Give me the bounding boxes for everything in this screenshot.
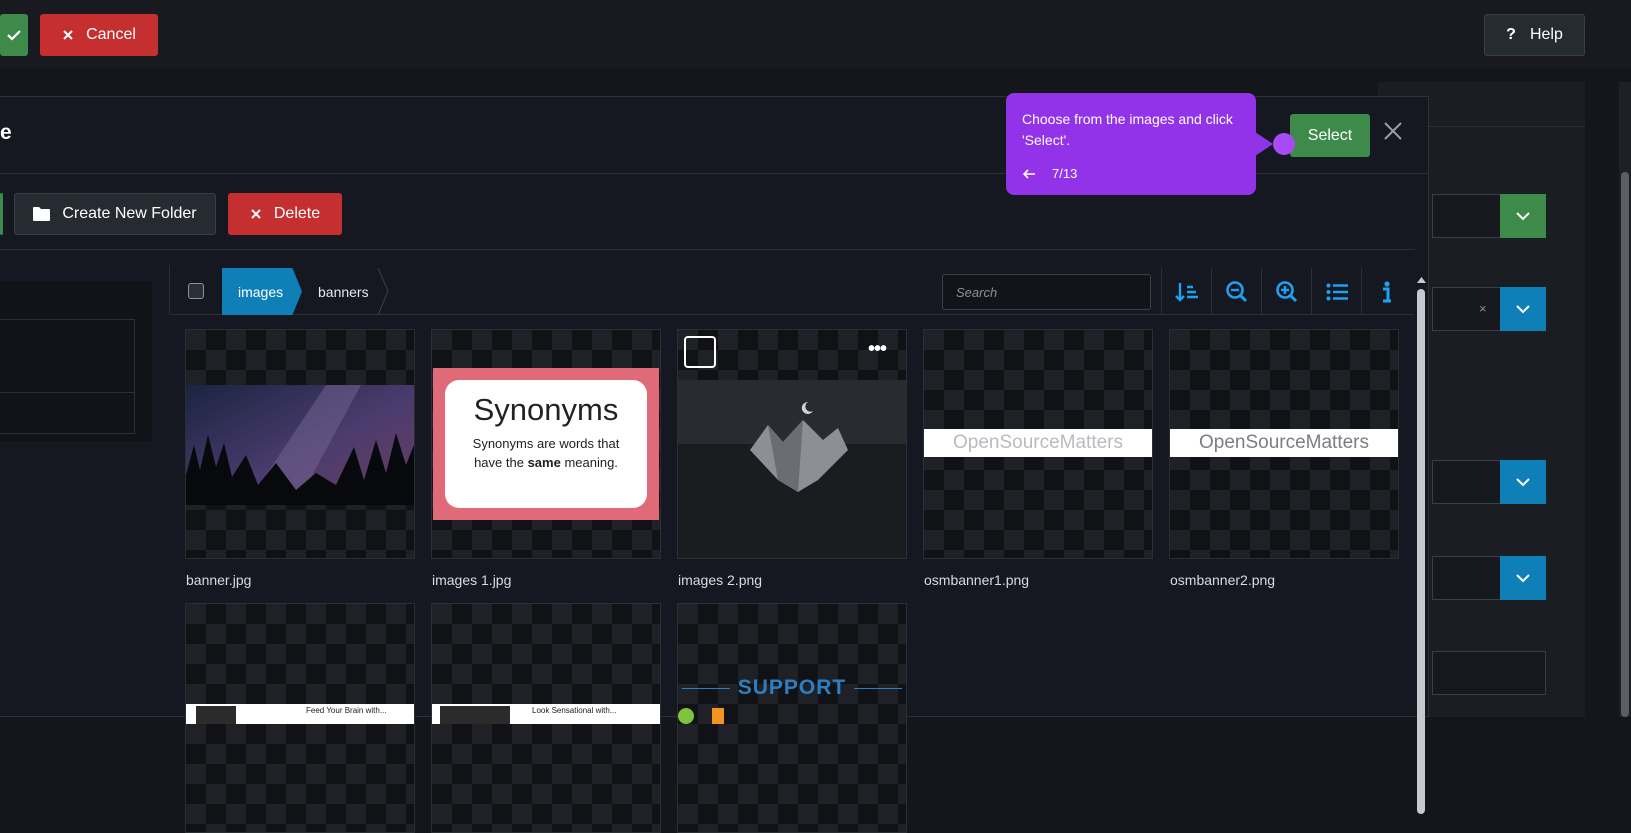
tooltip-text: Choose from the images and click 'Select… <box>1022 111 1233 148</box>
file-tile[interactable]: Look Sensational with... <box>431 603 661 833</box>
file-name: osmbanner2.png <box>1170 572 1276 588</box>
tooltip-tail <box>1255 132 1273 156</box>
close-icon <box>63 30 73 40</box>
file-name: banner.jpg <box>186 572 252 588</box>
tooltip-step: 7/13 <box>1052 166 1078 181</box>
delete-button[interactable]: Delete <box>228 193 342 235</box>
file-name: images 1.jpg <box>432 572 512 588</box>
delete-label: Delete <box>273 205 321 222</box>
file-name: images 2.png <box>678 572 763 588</box>
page-scrollbar[interactable] <box>1619 82 1631 717</box>
help-button[interactable]: ? Help <box>1484 14 1585 56</box>
chevron-down-icon[interactable] <box>1500 556 1546 600</box>
upload-button[interactable] <box>0 193 3 235</box>
file-tile-banner[interactable] <box>185 329 415 559</box>
chevron-down-icon[interactable] <box>1500 194 1546 238</box>
select-all-checkbox[interactable] <box>188 283 204 299</box>
cancel-button[interactable]: Cancel <box>40 14 158 56</box>
sort-icon[interactable] <box>1161 268 1211 315</box>
folder-tree <box>0 281 152 441</box>
synonyms-line1: Synonyms are words that <box>472 436 620 451</box>
synonyms-line2: have the same meaning. <box>474 455 618 470</box>
background-field-3[interactable] <box>1432 460 1502 504</box>
cancel-label: Cancel <box>86 26 136 43</box>
tooltip-navigation: 7/13 <box>1022 166 1077 181</box>
folder-tree-item[interactable] <box>0 392 135 434</box>
help-label: Help <box>1529 26 1563 43</box>
file-tile[interactable]: Feed Your Brain with... <box>185 603 415 833</box>
background-field-2[interactable]: × <box>1432 287 1502 331</box>
osm-logo-thumbnail: OpenSourceMatters <box>924 429 1152 457</box>
folder-tree-item[interactable] <box>0 319 135 393</box>
breadcrumb-separator <box>377 268 389 315</box>
check-icon <box>7 30 21 41</box>
search-input[interactable]: Search <box>942 274 1151 310</box>
tour-tooltip: Choose from the images and click 'Select… <box>1006 93 1256 195</box>
zoom-out-icon[interactable] <box>1211 268 1261 315</box>
clear-icon[interactable]: × <box>1479 301 1487 316</box>
file-tile[interactable]: SUPPORT <box>677 603 907 833</box>
create-folder-label: Create New Folder <box>62 205 197 222</box>
save-button[interactable] <box>0 14 28 56</box>
arrow-left-icon[interactable] <box>1022 168 1036 179</box>
info-icon[interactable] <box>1361 268 1411 315</box>
osm-logo-thumbnail: OpenSourceMatters <box>1170 429 1398 457</box>
background-field-1[interactable] <box>1432 194 1502 238</box>
close-icon <box>251 209 261 219</box>
list-view-icon[interactable] <box>1311 268 1361 315</box>
create-folder-button[interactable]: Create New Folder <box>14 193 216 235</box>
tour-hotspot-dot <box>1273 133 1295 155</box>
file-name: osmbanner1.png <box>924 572 1030 588</box>
scroll-up-icon[interactable] <box>1415 274 1428 286</box>
zoom-in-icon[interactable] <box>1261 268 1311 315</box>
folder-icon <box>33 207 51 221</box>
file-tile-images-1[interactable]: Synonyms Synonyms are words that have th… <box>431 329 661 559</box>
support-banner-thumbnail: SUPPORT <box>678 674 906 704</box>
modal-title: e <box>0 121 12 144</box>
background-field-5[interactable] <box>1432 651 1546 695</box>
tile-select-checkbox[interactable] <box>684 336 716 368</box>
synonyms-thumbnail: Synonyms Synonyms are words that have th… <box>433 368 659 520</box>
breadcrumb-images[interactable]: images <box>222 268 302 315</box>
file-tile-osmbanner1[interactable]: OpenSourceMatters <box>923 329 1153 559</box>
top-toolbar <box>0 0 1631 68</box>
close-icon[interactable] <box>1383 121 1403 141</box>
file-tile-images-2[interactable]: ••• <box>677 329 907 559</box>
modal-scrollbar[interactable] <box>1415 274 1428 814</box>
background-field-4[interactable] <box>1432 556 1502 600</box>
browser-toolbar: images banners Search <box>169 265 1414 315</box>
chevron-down-icon[interactable] <box>1500 287 1546 331</box>
file-tile-osmbanner2[interactable]: OpenSourceMatters <box>1169 329 1399 559</box>
question-icon: ? <box>1506 26 1516 43</box>
night-sky-thumbnail <box>186 385 414 505</box>
more-options-icon[interactable]: ••• <box>868 338 887 361</box>
mountain-thumbnail <box>678 380 906 558</box>
chevron-down-icon[interactable] <box>1500 460 1546 504</box>
media-browser: images banners Search Synonyms Synonyms … <box>169 265 1414 833</box>
select-button[interactable]: Select <box>1290 114 1370 157</box>
synonyms-title: Synonyms <box>473 392 619 427</box>
breadcrumb-banners[interactable]: banners <box>318 268 369 315</box>
